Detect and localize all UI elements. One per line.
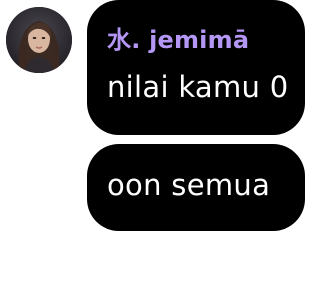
sender-name[interactable]: 水. jemimā: [107, 20, 249, 55]
message-text: nilai kamu 0: [107, 70, 289, 104]
chat-thread: 水. jemimā nilai kamu 0 oon semua: [0, 0, 320, 286]
message-bubble[interactable]: oon semua: [87, 144, 305, 231]
message-bubble[interactable]: 水. jemimā nilai kamu 0: [87, 0, 305, 135]
profile-photo-icon: [6, 7, 72, 73]
avatar[interactable]: [6, 7, 72, 73]
message-text: oon semua: [107, 168, 271, 202]
